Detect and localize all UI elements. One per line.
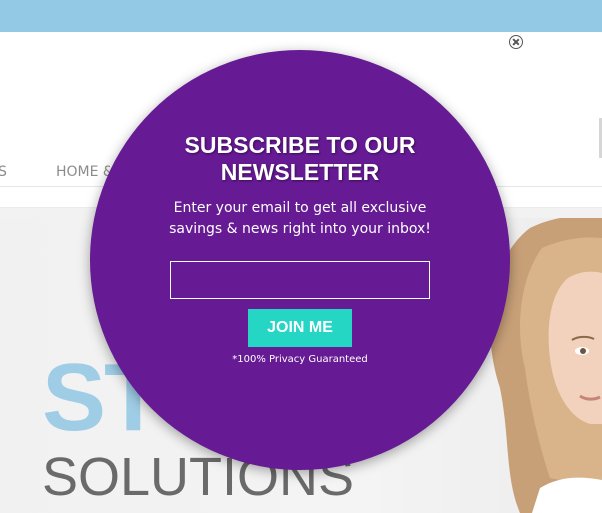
close-popup-icon[interactable] — [509, 35, 523, 49]
join-button[interactable]: JOIN ME — [248, 309, 352, 347]
popup-title-line2: NEWSLETTER — [220, 159, 380, 185]
privacy-note: *100% Privacy Guaranteed — [232, 354, 368, 365]
newsletter-popup: SUBSCRIBE TO OUR NEWSLETTER Enter your e… — [90, 50, 510, 470]
email-input[interactable] — [170, 261, 430, 299]
popup-title-line1: SUBSCRIBE TO OUR — [184, 132, 416, 158]
nav-item-partial[interactable]: S — [0, 164, 7, 180]
popup-description: Enter your email to get all exclusive sa… — [169, 200, 431, 237]
top-bar — [0, 0, 602, 32]
